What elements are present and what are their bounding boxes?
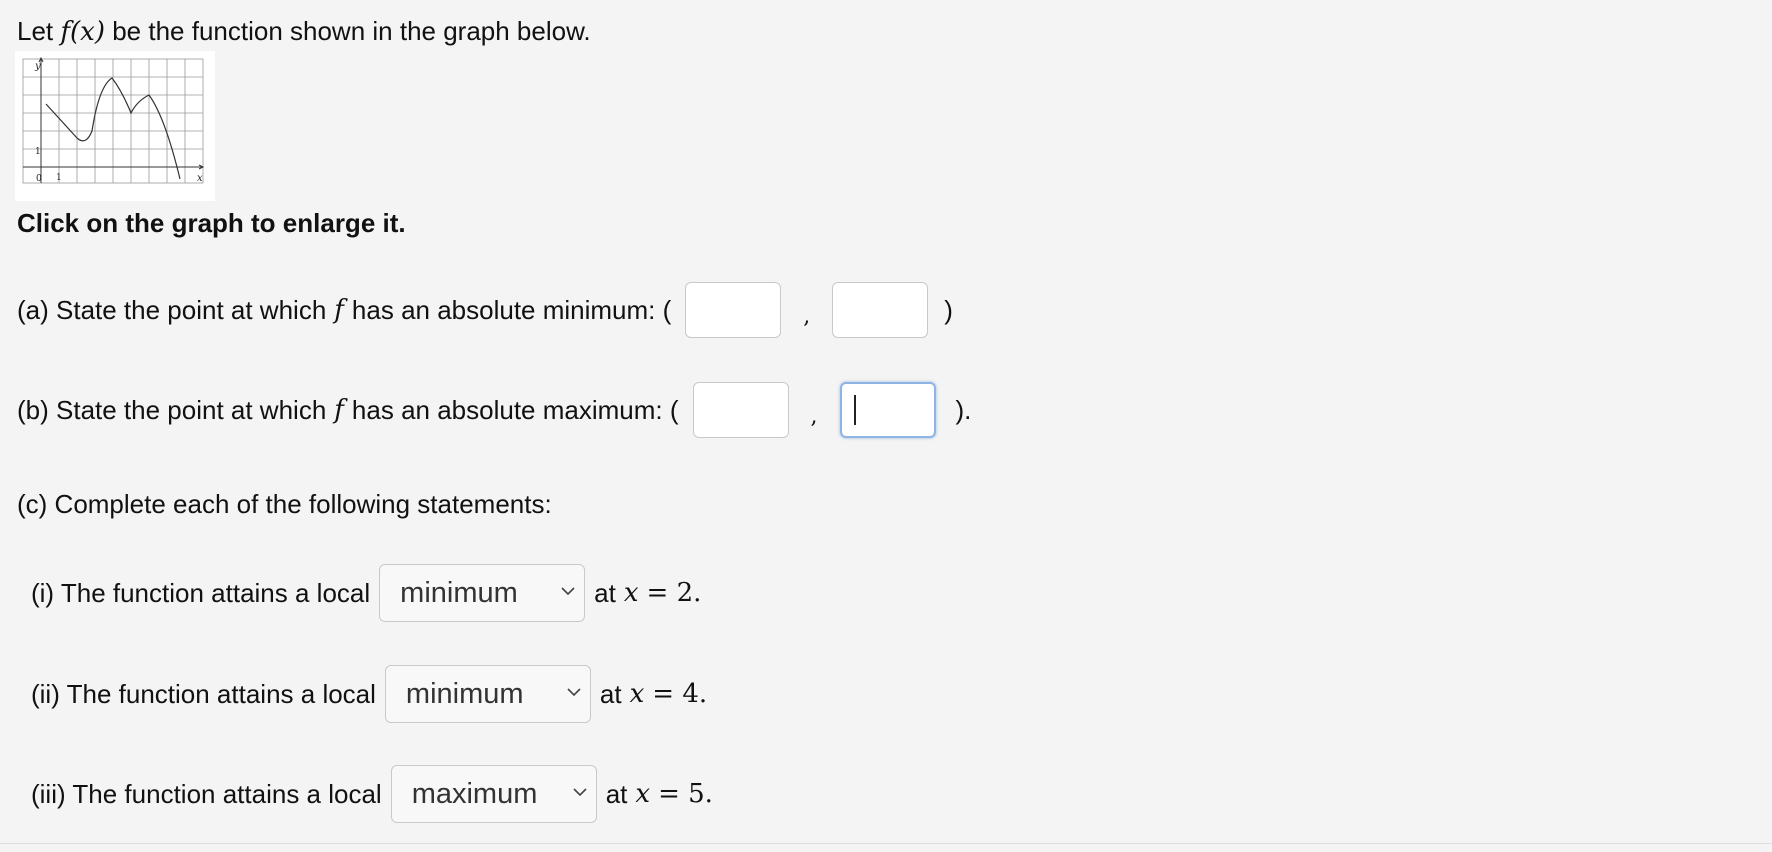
function-expression: f(x) — [60, 17, 105, 47]
chevron-down-icon — [573, 788, 587, 797]
statement-i-row: (i) The function attains a local minimum… — [31, 564, 701, 622]
statement-i-selected: minimum — [400, 576, 518, 609]
chevron-down-icon — [561, 587, 575, 596]
part-a-suffix: has an absolute minimum: ( — [351, 294, 672, 325]
enlarge-hint: Click on the graph to enlarge it. — [17, 208, 406, 238]
abs-min-x-input[interactable] — [685, 282, 782, 338]
part-a-close: ) — [944, 294, 953, 325]
statement-ii-at: at — [599, 678, 622, 709]
statement-iii-prefix: (iii) The function attains a local — [31, 778, 382, 809]
statement-ii-var: x — [629, 679, 645, 709]
statement-i-select[interactable]: minimum — [379, 564, 586, 622]
y-axis-label: y — [34, 61, 41, 72]
statement-iii-equals: = 5. — [658, 779, 713, 809]
statement-i-var: x — [623, 578, 639, 608]
statement-ii-select[interactable]: minimum — [384, 665, 591, 723]
function-graph[interactable]: y x 0 1 1 — [15, 51, 215, 201]
text-caret — [853, 395, 856, 425]
part-a-row: (a) State the point at which f has an ab… — [17, 282, 953, 338]
intro-prefix: Let — [17, 16, 54, 46]
part-a-comma: , — [803, 303, 811, 329]
statement-iii-selected: maximum — [411, 777, 538, 810]
statement-i-at: at — [594, 577, 616, 608]
part-b-prefix: (b) State the point at which — [17, 394, 327, 425]
intro-line: Let f(x) be the function shown in the gr… — [17, 14, 591, 49]
statement-ii-row: (ii) The function attains a local minimu… — [31, 665, 707, 723]
statement-iii-var: x — [635, 779, 651, 809]
statement-i-equals: = 2. — [646, 578, 702, 608]
abs-min-y-input[interactable] — [832, 282, 929, 338]
origin-label: 0 — [36, 174, 42, 184]
part-b-comma: , — [810, 403, 818, 429]
part-c-heading: (c) Complete each of the following state… — [17, 489, 552, 519]
part-b-row: (b) State the point at which f has an ab… — [17, 382, 971, 438]
statement-i-prefix: (i) The function attains a local — [31, 577, 371, 608]
y-tick-label: 1 — [35, 147, 41, 157]
statement-iii-select[interactable]: maximum — [390, 765, 597, 823]
abs-max-x-input[interactable] — [692, 382, 789, 438]
abs-max-y-input[interactable] — [839, 382, 936, 438]
statement-iii-row: (iii) The function attains a local maxim… — [31, 765, 713, 823]
bottom-divider — [0, 843, 1772, 844]
statement-iii-at: at — [605, 778, 628, 809]
statement-ii-prefix: (ii) The function attains a local — [31, 678, 376, 709]
part-a-prefix: (a) State the point at which — [17, 294, 327, 325]
part-a-function-var: f — [334, 295, 344, 325]
intro-suffix: be the function shown in the graph below… — [112, 16, 591, 46]
part-b-function-var: f — [334, 395, 344, 425]
part-b-close: ). — [955, 394, 972, 425]
statement-ii-selected: minimum — [405, 677, 524, 710]
x-axis-label: x — [197, 173, 203, 184]
part-b-suffix: has an absolute maximum: ( — [351, 394, 679, 425]
graph-thumbnail[interactable]: y x 0 1 1 — [15, 51, 215, 201]
x-tick-label: 1 — [56, 173, 62, 183]
statement-ii-equals: = 4. — [652, 679, 708, 709]
chevron-down-icon — [567, 688, 581, 697]
